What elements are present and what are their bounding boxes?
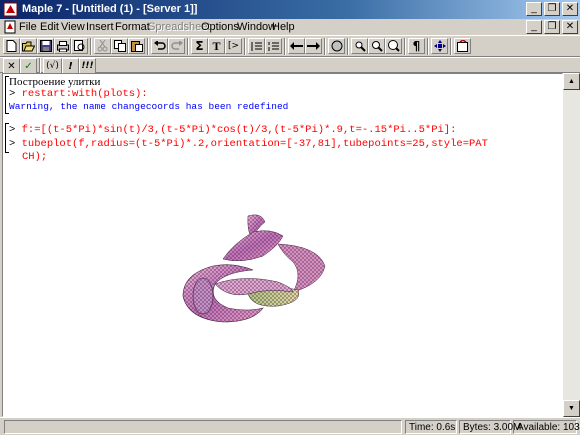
zoom-large-icon[interactable] <box>385 38 402 54</box>
menu-options[interactable]: Options <box>201 21 239 33</box>
new-icon[interactable] <box>3 38 20 54</box>
maple-notation-button[interactable]: (√) <box>43 58 62 74</box>
close-button[interactable]: ✕ <box>562 2 578 16</box>
minimize-button[interactable]: _ <box>526 2 542 16</box>
redo-icon[interactable] <box>168 38 185 54</box>
menu-bar: File Edit View Insert Format Spreadsheet… <box>0 19 580 35</box>
prompt-icon[interactable]: [> <box>225 38 242 54</box>
menu-format[interactable]: Format <box>115 21 150 33</box>
menu-help[interactable]: Help <box>272 21 295 33</box>
status-time: Time: 0.6s <box>405 420 457 434</box>
toolbar-separator <box>90 38 92 55</box>
section-heading: Построение улитки <box>9 76 101 88</box>
title-bar: Maple 7 - [Untitled (1) - [Server 1]] _ … <box>0 0 580 19</box>
worksheet[interactable]: Построение улитки > restart:with(plots):… <box>2 73 563 417</box>
menu-edit[interactable]: Edit <box>40 21 59 33</box>
menu-insert[interactable]: Insert <box>86 21 114 33</box>
print-preview-icon[interactable] <box>71 38 88 54</box>
doc-restore-button[interactable]: ❐ <box>544 20 560 34</box>
toolbar-separator <box>147 38 149 55</box>
copy-icon[interactable] <box>111 38 128 54</box>
document-window-controls: _ ❐ ✕ <box>524 20 578 34</box>
cut-icon[interactable] <box>94 38 111 54</box>
execute-all-button[interactable]: !!! <box>79 58 96 74</box>
menu-file[interactable]: File <box>19 21 37 33</box>
document-icon[interactable] <box>3 20 17 34</box>
doc-minimize-button[interactable]: _ <box>526 20 542 34</box>
pilcrow-icon[interactable]: ¶ <box>408 38 425 54</box>
restore-button[interactable]: ❐ <box>544 2 560 16</box>
toolbar-separator <box>450 38 452 55</box>
ungroup-icon[interactable] <box>265 38 282 54</box>
execute-button[interactable]: ! <box>62 58 79 74</box>
window-title: Maple 7 - [Untitled (1) - [Server 1]] <box>22 3 198 15</box>
input-line-2[interactable]: > f:=[(t-5*Pi)*sin(t)/3,(t-5*Pi)*cos(t)/… <box>9 124 456 136</box>
group-icon[interactable] <box>248 38 265 54</box>
toolbar-separator <box>347 38 349 55</box>
print-icon[interactable] <box>54 38 71 54</box>
undo-icon[interactable] <box>151 38 168 54</box>
text-icon[interactable]: T <box>208 38 225 54</box>
window-controls: _ ❐ ✕ <box>524 2 578 16</box>
doc-close-button[interactable]: ✕ <box>562 20 578 34</box>
input-line-3[interactable]: > tubeplot(f,radius=(t-5*Pi)*.2,orientat… <box>9 138 488 150</box>
input-line-1[interactable]: > restart:with(plots): <box>9 88 148 100</box>
toolbar-separator <box>404 38 406 55</box>
toolbar-separator <box>324 38 326 55</box>
prompt-2: > <box>9 124 16 136</box>
scroll-up-icon[interactable]: ▲ <box>563 73 580 90</box>
scroll-down-icon[interactable]: ▼ <box>563 400 580 417</box>
command-tubeplot[interactable]: tubeplot(f,radius=(t-5*Pi)*.2,orientatio… <box>22 138 488 150</box>
status-available: Available: 103M <box>513 420 580 434</box>
maple-app-icon[interactable] <box>3 2 18 17</box>
warning-output: Warning, the name changecoords has been … <box>9 101 289 112</box>
main-toolbar: Σ T [> ¶ <box>0 35 580 57</box>
snail-surface <box>182 214 326 323</box>
menu-window[interactable]: Window <box>237 21 276 33</box>
command-define-f[interactable]: f:=[(t-5*Pi)*sin(t)/3,(t-5*Pi)*cos(t)/3,… <box>22 124 457 136</box>
stop-icon[interactable] <box>328 38 345 54</box>
cancel-execution-icon[interactable]: ✕ <box>3 58 20 74</box>
command-restart[interactable]: restart:with(plots): <box>22 88 148 100</box>
context-toolbar: ✕ ✓ (√) ! !!! <box>0 57 580 75</box>
sigma-icon[interactable]: Σ <box>191 38 208 54</box>
vertical-scrollbar[interactable]: ▲ ▼ <box>563 73 580 417</box>
toolbar-separator <box>427 38 429 55</box>
zoom-medium-icon[interactable] <box>368 38 385 54</box>
restart-icon[interactable] <box>454 38 471 54</box>
save-icon[interactable] <box>37 38 54 54</box>
toolbar-separator <box>244 38 246 55</box>
menu-view[interactable]: View <box>61 21 85 33</box>
toolbar-separator <box>187 38 189 55</box>
expand-icon[interactable] <box>431 38 448 54</box>
status-bar: Time: 0.6s Bytes: 3.00M Available: 103M <box>0 417 580 435</box>
toolbar-separator <box>284 38 286 55</box>
paste-icon[interactable] <box>128 38 145 54</box>
open-icon[interactable] <box>20 38 37 54</box>
status-message <box>4 420 402 434</box>
execute-icon[interactable]: ✓ <box>20 58 37 74</box>
indent-right-icon[interactable] <box>305 38 322 54</box>
tubeplot-output[interactable] <box>153 204 353 334</box>
prompt-3: > <box>9 138 16 150</box>
zoom-small-icon[interactable] <box>351 38 368 54</box>
command-tubeplot-continued[interactable]: CH); <box>22 151 47 163</box>
indent-left-icon[interactable] <box>288 38 305 54</box>
status-bytes: Bytes: 3.00M <box>459 420 521 434</box>
prompt-1: > <box>9 88 16 100</box>
